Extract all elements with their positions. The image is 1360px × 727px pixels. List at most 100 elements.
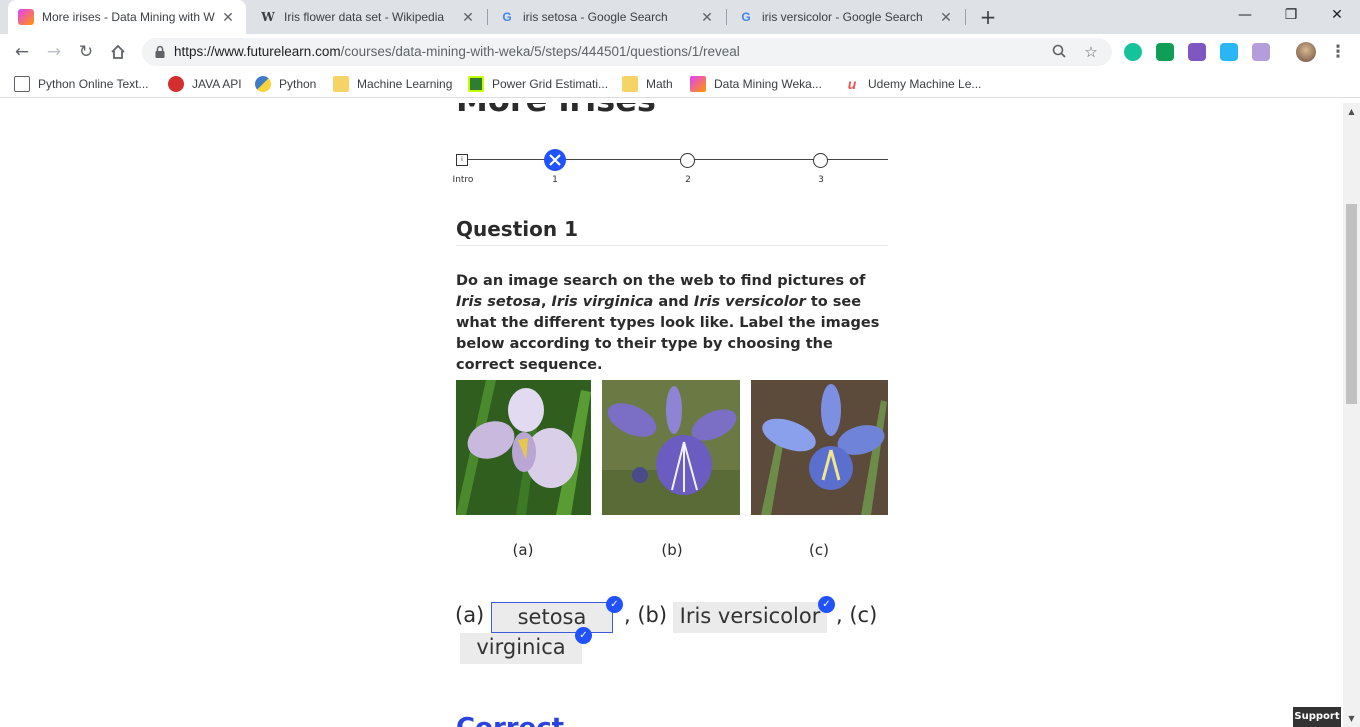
restore-button[interactable]: ❐ — [1268, 0, 1314, 30]
home-button[interactable] — [106, 40, 130, 64]
address-bar[interactable]: https://www.futurelearn.com/courses/data… — [142, 38, 1112, 66]
tab-iris-setosa[interactable]: G iris setosa - Google Search ✕ — [489, 0, 725, 34]
wikipedia-icon: W — [261, 10, 275, 24]
bookmark-label: Udemy Machine Le... — [868, 77, 982, 91]
check-icon: ✓ — [575, 627, 592, 644]
species-name: Iris setosa — [456, 294, 541, 310]
folder-icon — [333, 76, 349, 92]
answer-dropdown-a[interactable]: setosa — [491, 602, 613, 633]
bookmark-python[interactable]: Python — [255, 70, 316, 98]
python-icon — [255, 76, 271, 92]
tab-title: More irises - Data Mining with W — [42, 10, 215, 24]
close-window-button[interactable]: ✕ — [1314, 0, 1360, 30]
puzzle-icon[interactable] — [1252, 43, 1270, 61]
stepper-intro-node[interactable]: i — [456, 154, 468, 166]
futurelearn-icon — [690, 76, 706, 92]
bookmark-machine-learning[interactable]: Machine Learning — [333, 70, 452, 98]
check-icon: ✓ — [606, 596, 623, 613]
reload-button[interactable]: ↻ — [74, 40, 98, 64]
bookmark-label: JAVA API — [192, 77, 242, 91]
page-content: More irises i Intro 1 2 3 Question 1 Do … — [0, 103, 1343, 727]
new-tab-button[interactable]: + — [976, 5, 1000, 29]
forward-button[interactable]: → — [42, 40, 66, 64]
bookmarks-bar: Python Online Text... JAVA API Python Ma… — [0, 70, 1360, 98]
close-icon[interactable]: ✕ — [220, 9, 236, 26]
url-host: https://www.futurelearn.com — [174, 44, 341, 59]
bookmark-label: Python Online Text... — [38, 77, 149, 91]
lock-icon — [155, 45, 165, 58]
star-icon[interactable]: ☆ — [1082, 43, 1100, 61]
avatar[interactable] — [1296, 42, 1316, 62]
bookmark-math[interactable]: Math — [622, 70, 673, 98]
question-text-part: Do an image search on the web to find pi… — [456, 273, 866, 289]
close-icon[interactable]: ✕ — [460, 9, 476, 26]
bookmark-label: Python — [279, 77, 317, 91]
back-button[interactable]: ← — [10, 40, 34, 64]
stepper-incorrect-node[interactable] — [544, 149, 566, 171]
cast-icon[interactable] — [1156, 43, 1174, 61]
question-text-part: , — [540, 294, 552, 310]
tab-separator — [726, 9, 727, 25]
scrollbar-thumb[interactable] — [1346, 204, 1357, 404]
extension-icon[interactable] — [1188, 43, 1206, 61]
stepper-label: 1 — [552, 175, 558, 185]
answer-dropdown-c[interactable]: virginica — [460, 633, 582, 664]
tab-separator — [965, 9, 966, 25]
tab-wikipedia[interactable]: W Iris flower data set - Wikipedia ✕ — [250, 0, 486, 34]
answer-label-b: , (b) — [624, 603, 668, 627]
google-icon: G — [502, 10, 512, 24]
bookmark-power-grid[interactable]: Power Grid Estimati... — [468, 70, 608, 98]
bookmark-java-api[interactable]: JAVA API — [168, 70, 242, 98]
bookmark-label: Math — [646, 77, 673, 91]
stepper-node[interactable] — [680, 153, 695, 168]
iris-image-a — [456, 380, 591, 515]
answer-label-a: (a) — [455, 603, 485, 627]
answer-label-c: , (c) — [836, 603, 878, 627]
species-name: Iris versicolor — [693, 294, 806, 310]
iris-image-b — [602, 380, 740, 515]
bookmark-icon — [14, 76, 30, 92]
stepper-label: Intro — [452, 175, 474, 185]
question-text: Do an image search on the web to find pi… — [456, 271, 888, 376]
close-icon[interactable]: ✕ — [699, 9, 715, 26]
image-caption-a: (a) — [512, 541, 534, 559]
tab-separator — [487, 9, 488, 25]
page-title: More irises — [456, 103, 656, 119]
folder-icon — [622, 76, 638, 92]
stepper-label: 2 — [685, 175, 691, 185]
bookmark-udemy[interactable]: u Udemy Machine Le... — [844, 70, 982, 98]
stepper-node[interactable] — [813, 153, 828, 168]
tab-title: iris setosa - Google Search — [523, 10, 668, 24]
iris-image-c — [751, 380, 888, 515]
image-caption-b: (b) — [661, 541, 683, 559]
menu-icon[interactable]: ⋮ — [1326, 40, 1350, 64]
bookmark-data-mining-weka[interactable]: Data Mining Weka... — [690, 70, 822, 98]
check-icon: ✓ — [818, 596, 835, 613]
question-divider — [456, 245, 888, 246]
result-heading: Correct — [456, 713, 564, 727]
close-icon[interactable]: ✕ — [938, 9, 954, 26]
support-button[interactable]: Support — [1293, 707, 1341, 727]
question-title: Question 1 — [456, 217, 578, 241]
cloud-icon[interactable] — [1220, 43, 1238, 61]
tab-title: iris versicolor - Google Search — [762, 10, 923, 24]
tab-more-irises[interactable]: More irises - Data Mining with W ✕ — [8, 0, 246, 34]
scroll-up-arrow-icon[interactable]: ▲ — [1346, 107, 1357, 116]
bookmark-python-online[interactable]: Python Online Text... — [14, 70, 149, 98]
answer-dropdown-b[interactable]: Iris versicolor — [673, 602, 827, 633]
tab-title: Iris flower data set - Wikipedia — [284, 10, 445, 24]
question-text-part: and — [653, 294, 694, 310]
minimize-button[interactable]: — — [1222, 0, 1268, 30]
page-scrollbar[interactable] — [1343, 103, 1360, 727]
scroll-down-arrow-icon[interactable]: ▼ — [1346, 714, 1357, 723]
tab-strip: More irises - Data Mining with W ✕ W Iri… — [0, 0, 1360, 34]
url-text: https://www.futurelearn.com/courses/data… — [174, 38, 740, 66]
power-grid-icon — [468, 76, 484, 92]
bookmark-label: Machine Learning — [357, 77, 453, 91]
futurelearn-icon — [18, 9, 34, 25]
home-icon — [111, 44, 125, 59]
zoom-icon[interactable] — [1050, 43, 1068, 61]
udemy-icon: u — [847, 76, 857, 92]
tab-iris-versicolor[interactable]: G iris versicolor - Google Search ✕ — [728, 0, 964, 34]
grammarly-icon[interactable] — [1124, 43, 1142, 61]
